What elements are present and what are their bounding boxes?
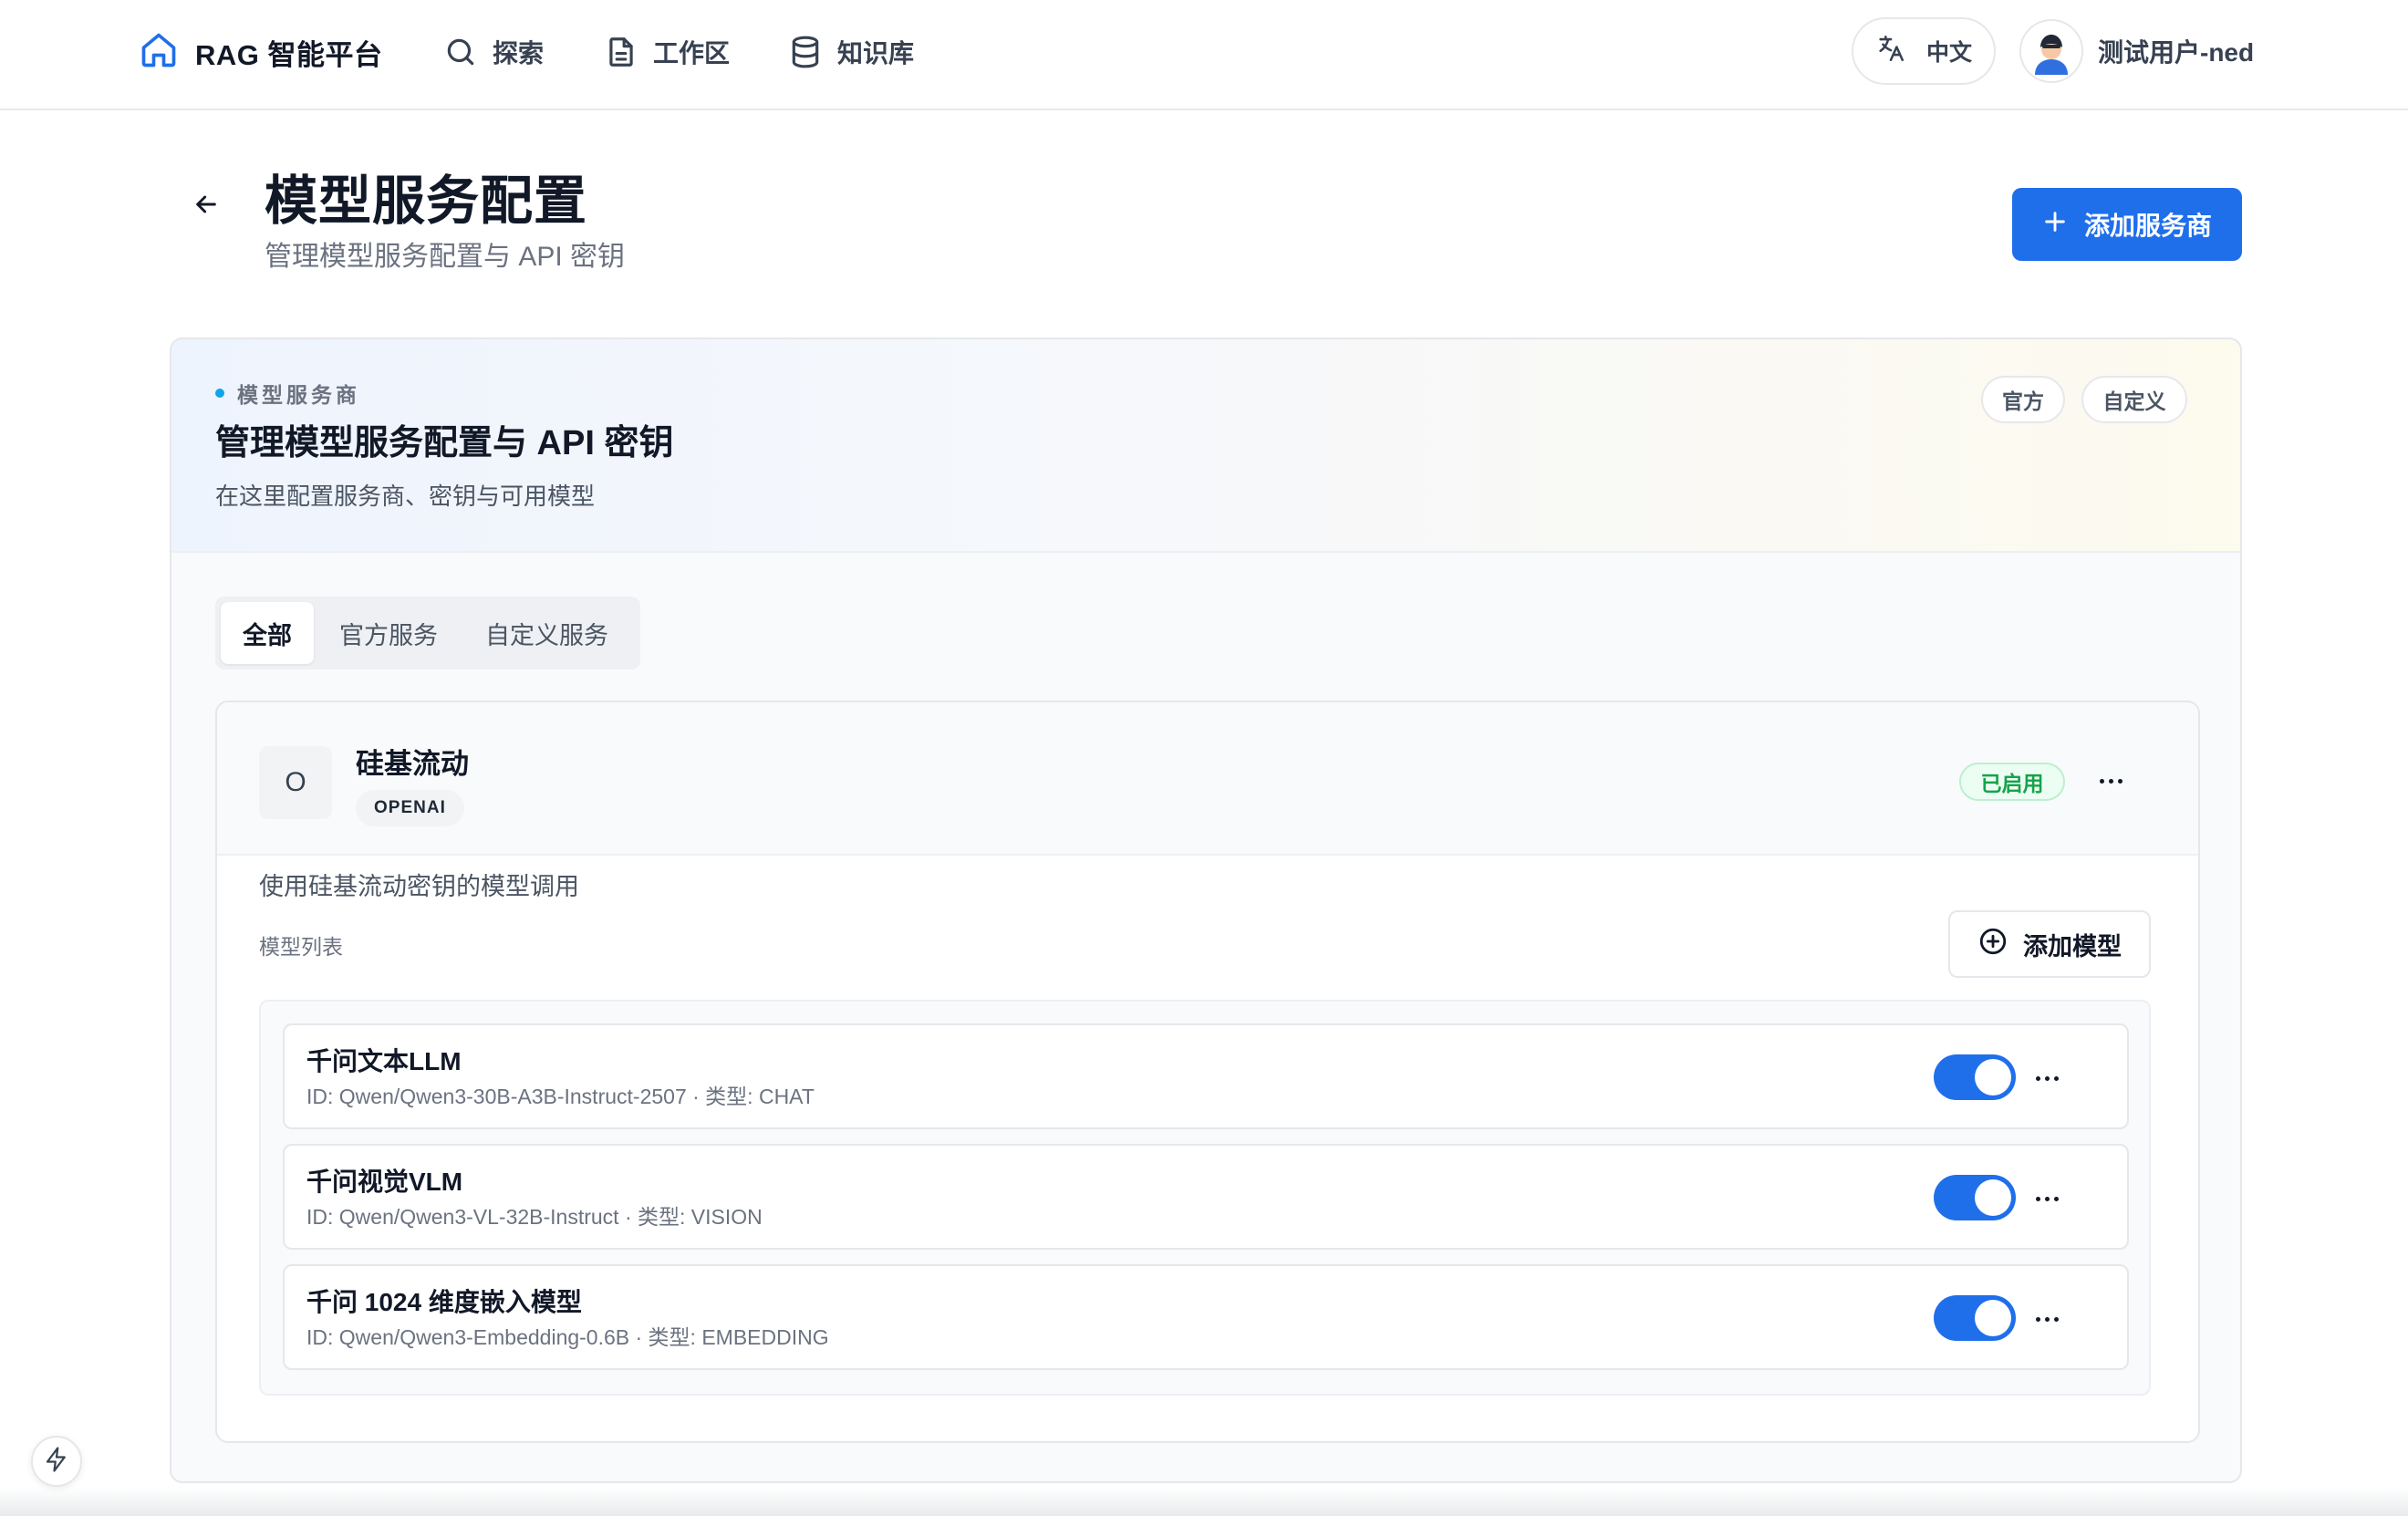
- home-icon: [139, 30, 179, 75]
- database-icon: [788, 35, 823, 69]
- nav-item-knowledge-base[interactable]: 知识库: [788, 27, 914, 77]
- provider-type-badge: OPENAI: [356, 790, 464, 826]
- provider-panel: 模型服务商 管理模型服务配置与 API 密钥 在这里配置服务商、密钥与可用模型 …: [170, 337, 2242, 1483]
- provider-avatar: O: [259, 746, 332, 819]
- back-button[interactable]: [188, 188, 224, 224]
- model-enabled-toggle[interactable]: [1934, 1175, 2016, 1220]
- nav-item-label: 探索: [493, 39, 545, 67]
- model-enabled-toggle[interactable]: [1934, 1295, 2016, 1341]
- brand-home-link[interactable]: RAG 智能平台: [139, 27, 383, 77]
- model-row: 千问 1024 维度嵌入模型 ID: Qwen/Qwen3-Embedding-…: [283, 1264, 2129, 1370]
- model-enabled-toggle[interactable]: [1934, 1054, 2016, 1100]
- quick-action-button[interactable]: [31, 1436, 82, 1487]
- provider-card: O 硅基流动 OPENAI 已启用 使用硅基流动密钥的模型调用 模型列表 添加模…: [215, 701, 2200, 1443]
- tab-official-services[interactable]: 官方服务: [317, 602, 460, 664]
- model-more-button[interactable]: [2025, 1297, 2069, 1341]
- tag-custom: 自定义: [2081, 376, 2187, 423]
- panel-header: 模型服务商 管理模型服务配置与 API 密钥 在这里配置服务商、密钥与可用模型 …: [171, 339, 2240, 553]
- add-model-label: 添加模型: [2023, 932, 2122, 960]
- add-provider-label: 添加服务商: [2083, 212, 2212, 240]
- model-row: 千问文本LLM ID: Qwen/Qwen3-30B-A3B-Instruct-…: [283, 1023, 2129, 1129]
- model-name: 千问视觉VLM: [306, 1168, 463, 1196]
- plus-circle-icon: [1977, 926, 2008, 963]
- provider-name: 硅基流动: [356, 748, 469, 780]
- provider-filter-tabs: 全部 官方服务 自定义服务: [215, 597, 640, 670]
- model-more-button[interactable]: [2025, 1177, 2069, 1220]
- brand-name: RAG 智能平台: [195, 38, 383, 71]
- model-meta: ID: Qwen/Qwen3-Embedding-0.6B · 类型: EMBE…: [306, 1325, 829, 1349]
- user-name: 测试用户-ned: [2098, 38, 2255, 67]
- bottom-shadow: [0, 1487, 2408, 1516]
- status-badge: 已启用: [1959, 763, 2065, 801]
- add-model-button[interactable]: 添加模型: [1948, 910, 2151, 978]
- translate-icon: [1875, 33, 1906, 70]
- nav-item-workspace[interactable]: 工作区: [604, 27, 730, 77]
- nav-item-label: 知识库: [837, 39, 915, 67]
- panel-eyebrow: 模型服务商: [215, 378, 360, 409]
- model-name: 千问 1024 维度嵌入模型: [306, 1288, 582, 1316]
- language-label: 中文: [1925, 40, 1972, 66]
- model-list: 千问文本LLM ID: Qwen/Qwen3-30B-A3B-Instruct-…: [259, 1000, 2151, 1396]
- nav-item-label: 工作区: [653, 39, 731, 67]
- model-name: 千问文本LLM: [306, 1047, 462, 1075]
- user-menu[interactable]: 测试用户-ned: [2019, 17, 2254, 85]
- page-title: 模型服务配置: [265, 171, 588, 231]
- panel-title: 管理模型服务配置与 API 密钥: [215, 424, 674, 462]
- arrow-left-icon: [192, 190, 221, 223]
- tag-official: 官方: [1981, 376, 2065, 423]
- search-icon: [443, 35, 478, 69]
- language-switcher[interactable]: 中文: [1852, 17, 1996, 85]
- document-icon: [604, 35, 638, 69]
- model-meta: ID: Qwen/Qwen3-VL-32B-Instruct · 类型: VIS…: [306, 1205, 763, 1229]
- provider-description: 使用硅基流动密钥的模型调用: [259, 873, 579, 900]
- model-row: 千问视觉VLM ID: Qwen/Qwen3-VL-32B-Instruct ·…: [283, 1144, 2129, 1250]
- nav-item-explore[interactable]: 探索: [443, 27, 544, 77]
- top-navigation: RAG 智能平台 探索 工作区 知识库 中文 测试用户-ned: [0, 0, 2408, 110]
- panel-description: 在这里配置服务商、密钥与可用模型: [215, 483, 596, 510]
- tab-custom-services[interactable]: 自定义服务: [463, 602, 630, 664]
- add-provider-button[interactable]: 添加服务商: [2012, 188, 2242, 261]
- provider-card-header: O 硅基流动 OPENAI 已启用: [217, 702, 2198, 856]
- page-subtitle: 管理模型服务配置与 API 密钥: [265, 242, 626, 272]
- lightning-icon: [43, 1446, 70, 1478]
- provider-more-button[interactable]: [2089, 759, 2133, 803]
- plus-icon: [2042, 209, 2068, 241]
- model-list-label: 模型列表: [259, 935, 343, 959]
- model-more-button[interactable]: [2025, 1056, 2069, 1100]
- eyebrow-label: 模型服务商: [237, 383, 360, 407]
- tab-all[interactable]: 全部: [221, 602, 314, 664]
- model-meta: ID: Qwen/Qwen3-30B-A3B-Instruct-2507 · 类…: [306, 1085, 815, 1108]
- avatar: [2019, 19, 2083, 83]
- accent-dot: [215, 389, 224, 398]
